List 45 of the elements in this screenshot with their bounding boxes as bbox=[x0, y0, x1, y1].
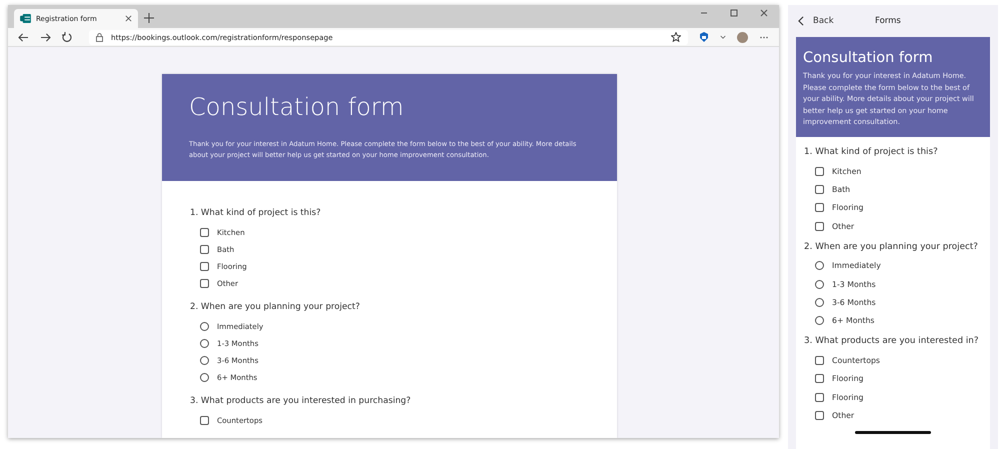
radio-button[interactable] bbox=[815, 280, 824, 289]
new-tab-icon[interactable] bbox=[144, 13, 154, 23]
radio-button[interactable] bbox=[200, 373, 209, 382]
checkbox[interactable] bbox=[200, 279, 209, 288]
radio-button[interactable] bbox=[815, 261, 824, 270]
checkbox[interactable] bbox=[815, 222, 824, 231]
more-icon[interactable] bbox=[759, 36, 769, 38]
question-text: 3. What products are you interested in purchasing? bbox=[190, 395, 412, 407]
form-title: Consultation form bbox=[189, 93, 405, 121]
refresh-icon[interactable] bbox=[62, 32, 72, 42]
checkbox[interactable] bbox=[815, 356, 824, 365]
close-tab-icon[interactable] bbox=[125, 15, 132, 22]
checkbox[interactable] bbox=[815, 203, 824, 212]
avatar[interactable] bbox=[737, 32, 748, 42]
question-text: 2. When are you planning your project? bbox=[190, 301, 361, 313]
question-text: 3. What products are you interested in? bbox=[804, 335, 980, 348]
screen-title: Forms bbox=[875, 16, 901, 26]
checkbox[interactable] bbox=[815, 392, 824, 402]
star-icon[interactable] bbox=[671, 32, 681, 42]
radio-button[interactable] bbox=[200, 356, 209, 365]
close-icon[interactable] bbox=[760, 8, 768, 16]
radio-button[interactable] bbox=[200, 339, 209, 348]
radio-button[interactable] bbox=[815, 316, 824, 326]
checkbox[interactable] bbox=[815, 374, 824, 384]
question-text: 1. What kind of project is this? bbox=[804, 146, 939, 159]
checkbox[interactable] bbox=[815, 410, 824, 420]
maximize-icon[interactable] bbox=[730, 8, 738, 16]
checkbox[interactable] bbox=[815, 185, 824, 194]
extension-icon[interactable] bbox=[699, 32, 709, 42]
question-text: 1. What kind of project is this? bbox=[190, 207, 322, 219]
checkbox[interactable] bbox=[200, 416, 209, 425]
forward-arrow-icon[interactable] bbox=[40, 32, 51, 42]
radio-button[interactable] bbox=[200, 322, 209, 331]
question-text: 2. When are you planning your project? bbox=[804, 240, 979, 254]
lock-icon bbox=[96, 32, 103, 42]
checkbox[interactable] bbox=[200, 262, 209, 271]
checkbox[interactable] bbox=[200, 245, 209, 254]
radio-button[interactable] bbox=[815, 298, 824, 308]
checkbox[interactable] bbox=[815, 166, 824, 176]
chevron-left-icon bbox=[798, 16, 804, 26]
back-arrow-icon[interactable] bbox=[18, 32, 29, 42]
form-title: Consultation form bbox=[803, 49, 934, 67]
checkbox[interactable] bbox=[200, 228, 209, 237]
back-button[interactable]: Back bbox=[798, 16, 875, 26]
chevron-down-icon[interactable] bbox=[720, 34, 726, 40]
